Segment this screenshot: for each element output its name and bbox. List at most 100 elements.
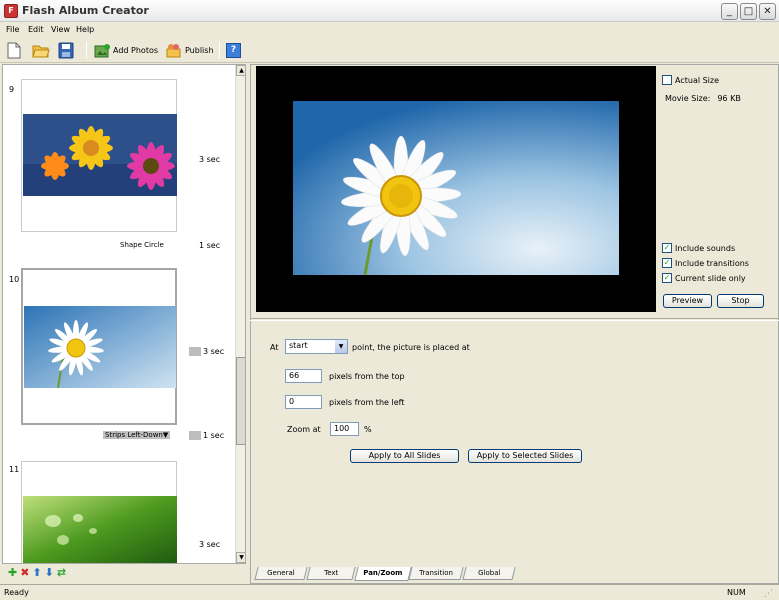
top-offset-label: pixels from the top xyxy=(329,372,405,381)
point-select[interactable]: start ▼ xyxy=(285,339,348,354)
zoom-label: Zoom at xyxy=(287,425,321,434)
point-suffix-label: point, the picture is placed at xyxy=(352,343,470,352)
slide-list-scrollbar[interactable]: ▲ ▼ xyxy=(235,65,245,563)
new-button[interactable] xyxy=(6,41,22,60)
slide-number: 9 xyxy=(9,85,15,94)
toolbar: Add Photos Publish ? xyxy=(0,38,779,63)
add-photos-button[interactable]: Add Photos xyxy=(94,41,158,60)
movie-size-value: 96 KB xyxy=(717,94,741,103)
slide-thumbnail[interactable] xyxy=(21,79,177,232)
daisy-image xyxy=(24,306,176,388)
slide-actions: ✚ ✖ ⬆ ⬇ ⇄ xyxy=(2,565,246,579)
help-button[interactable]: ? xyxy=(226,41,241,60)
movie-size: Movie Size: 96 KB xyxy=(665,94,741,103)
maximize-button[interactable]: □ xyxy=(740,3,757,20)
menu-file[interactable]: File xyxy=(6,25,19,34)
status-text: Ready xyxy=(4,588,29,597)
preview-image xyxy=(293,101,619,275)
flowers-image xyxy=(23,114,177,196)
scroll-thumb[interactable] xyxy=(236,357,245,445)
zoom-unit: % xyxy=(364,425,372,434)
slide-duration[interactable]: 3 sec xyxy=(189,347,224,356)
actual-size-checkbox[interactable] xyxy=(662,75,672,85)
transition-duration[interactable]: 1 sec xyxy=(189,431,224,440)
toolbar-separator xyxy=(86,42,87,59)
publish-label: Publish xyxy=(185,46,214,55)
slide-number: 11 xyxy=(9,465,20,474)
toolbar-separator xyxy=(219,42,220,59)
preview-button[interactable]: Preview xyxy=(663,294,712,308)
close-button[interactable]: ✕ xyxy=(759,3,776,20)
open-button[interactable] xyxy=(32,41,50,60)
add-photos-label: Add Photos xyxy=(113,46,159,55)
menu-view[interactable]: View xyxy=(51,25,70,34)
resize-grip-icon[interactable]: ⋰ xyxy=(764,589,773,599)
include-sounds-option[interactable]: ✓ Include sounds xyxy=(662,243,735,253)
left-offset-label: pixels from the left xyxy=(329,398,405,407)
new-file-icon xyxy=(7,42,21,59)
save-button[interactable] xyxy=(58,41,74,60)
duration-marker xyxy=(189,347,201,356)
current-slide-only-label: Current slide only xyxy=(675,273,746,283)
help-icon: ? xyxy=(226,43,241,58)
publish-button[interactable]: Publish xyxy=(166,41,214,60)
save-disk-icon xyxy=(58,42,74,59)
include-transitions-checkbox[interactable]: ✓ xyxy=(662,258,672,268)
scroll-down-arrow[interactable]: ▼ xyxy=(236,552,245,563)
include-sounds-label: Include sounds xyxy=(675,243,736,253)
at-label: At xyxy=(270,343,279,352)
slide-list[interactable]: 9 3 sec Shape Circle 1 sec 10 3 sec Stri… xyxy=(2,64,246,564)
duration-marker xyxy=(189,431,201,440)
title-bar: F Flash Album Creator _ □ ✕ xyxy=(0,0,779,22)
movie-size-label: Movie Size: xyxy=(665,94,711,103)
chevron-down-icon: ▼ xyxy=(335,340,347,353)
include-sounds-checkbox[interactable]: ✓ xyxy=(662,243,672,253)
zoom-field[interactable]: 100 xyxy=(330,422,359,436)
tab-pan-zoom[interactable]: Pan/Zoom xyxy=(354,567,412,581)
apply-selected-slides-button[interactable]: Apply to Selected Slides xyxy=(468,449,582,463)
num-lock-indicator: NUM xyxy=(727,588,746,597)
tab-text[interactable]: Text xyxy=(306,567,356,580)
top-offset-field[interactable]: 66 xyxy=(285,369,322,383)
publish-icon xyxy=(166,43,181,57)
menu-help[interactable]: Help xyxy=(76,25,94,34)
shuffle-icon[interactable]: ⇄ xyxy=(57,566,66,579)
minimize-button[interactable]: _ xyxy=(721,3,738,20)
current-slide-only-option[interactable]: ✓ Current slide only xyxy=(662,273,746,283)
slide-duration[interactable]: 3 sec xyxy=(199,540,220,549)
transition-dropdown[interactable]: Strips Left-Down▼ xyxy=(103,431,171,439)
move-up-icon[interactable]: ⬆ xyxy=(32,566,41,579)
app-icon: F xyxy=(4,4,18,18)
menu-bar: File Edit View Help xyxy=(0,23,779,38)
scroll-up-arrow[interactable]: ▲ xyxy=(236,65,245,76)
slide-thumbnail-selected[interactable] xyxy=(21,268,177,425)
delete-icon[interactable]: ✖ xyxy=(20,566,29,579)
apply-all-slides-button[interactable]: Apply to All Slides xyxy=(350,449,459,463)
menu-edit[interactable]: Edit xyxy=(28,25,44,34)
transition-name[interactable]: Shape Circle xyxy=(120,241,164,249)
actual-size-label: Actual Size xyxy=(675,75,720,85)
slide-number: 10 xyxy=(9,275,20,284)
tab-global[interactable]: Global xyxy=(462,567,516,580)
tab-transition[interactable]: Transition xyxy=(408,567,464,580)
actual-size-option[interactable]: Actual Size xyxy=(662,75,719,85)
move-down-icon[interactable]: ⬇ xyxy=(45,566,54,579)
add-icon[interactable]: ✚ xyxy=(8,566,17,579)
include-transitions-option[interactable]: ✓ Include transitions xyxy=(662,258,749,268)
leaf-image xyxy=(23,496,177,563)
current-slide-only-checkbox[interactable]: ✓ xyxy=(662,273,672,283)
open-folder-icon xyxy=(32,45,50,58)
property-tabs: General Text Pan/Zoom Transition Global xyxy=(252,567,779,581)
stop-button[interactable]: Stop xyxy=(717,294,764,308)
slide-duration[interactable]: 3 sec xyxy=(199,155,220,164)
preview-canvas xyxy=(256,66,656,312)
add-photos-icon xyxy=(94,43,110,57)
include-transitions-label: Include transitions xyxy=(675,258,749,268)
tab-general[interactable]: General xyxy=(254,567,308,580)
panel-splitter[interactable] xyxy=(250,318,779,321)
left-offset-field[interactable]: 0 xyxy=(285,395,322,409)
transition-duration[interactable]: 1 sec xyxy=(199,241,220,250)
status-bar: Ready NUM ⋰ xyxy=(0,584,779,600)
window-title: Flash Album Creator xyxy=(22,4,149,17)
slide-thumbnail[interactable] xyxy=(21,461,177,563)
